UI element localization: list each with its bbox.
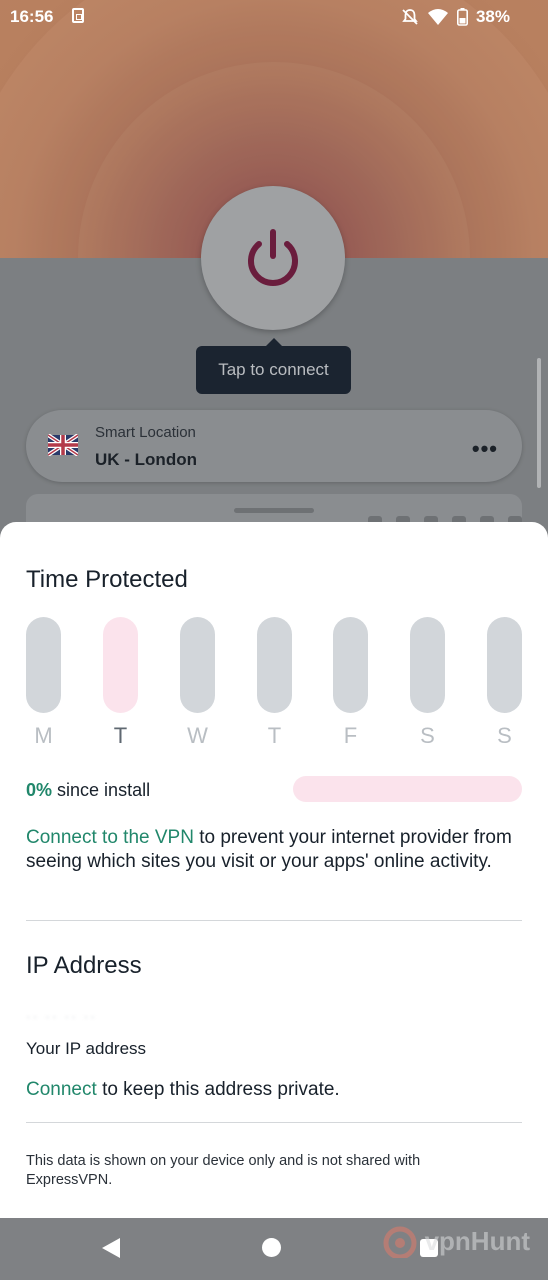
protection-progress-bar	[293, 776, 522, 802]
connect-link[interactable]: Connect	[26, 1079, 97, 1100]
ip-address-title: IP Address	[26, 952, 142, 979]
day-label-3: T	[267, 723, 282, 748]
time-protected-title: Time Protected	[26, 566, 188, 593]
more-horizontal-icon[interactable]: •••	[472, 436, 498, 462]
power-icon	[248, 229, 298, 286]
day-label-0: M	[34, 723, 53, 748]
battery-percent: 38%	[475, 7, 510, 26]
your-ip-label: Your IP address	[26, 1039, 147, 1058]
since-install-label: since install	[57, 780, 151, 800]
day-bar-0	[26, 617, 61, 713]
mute-icon	[402, 9, 418, 25]
status-time: 16:56	[10, 7, 54, 26]
location-card[interactable]: Smart Location UK - London •••	[26, 410, 522, 482]
day-label-6: S	[497, 723, 512, 748]
day-bar-2	[180, 617, 215, 713]
location-kicker: Smart Location	[95, 424, 196, 441]
connect-power-button[interactable]	[201, 186, 345, 330]
time-protected-cta: Connect to the VPN to prevent your inter…	[26, 826, 526, 874]
tooltip-text: Tap to connect	[218, 360, 329, 379]
divider	[26, 920, 522, 921]
uk-flag-icon	[48, 434, 78, 456]
wifi-icon	[427, 9, 448, 25]
ip-address-value-hidden: ·· ·· ·· ··	[26, 1008, 97, 1024]
day-label-4: F	[343, 723, 358, 748]
watermark-text: vpnHunt	[424, 1225, 530, 1256]
tap-to-connect-tooltip: Tap to connect	[196, 338, 351, 394]
privacy-note: This data is shown on your device only a…	[26, 1153, 421, 1188]
day-bar-4	[333, 617, 368, 713]
since-install-percent: 0%	[26, 780, 53, 800]
sim-icon	[72, 8, 84, 23]
day-bar-1	[103, 617, 138, 713]
system-navigation-bar: vpnHunt	[0, 1218, 548, 1280]
ip-cta: Connect to keep this address private.	[26, 1078, 526, 1102]
status-right-icons: 38%	[401, 7, 510, 27]
day-label-1: T	[113, 723, 128, 748]
day-bar-6	[487, 617, 522, 713]
weekly-protection-chart: MTWTFSS	[26, 617, 522, 752]
location-city: UK - London	[95, 450, 197, 469]
home-icon[interactable]	[262, 1238, 281, 1257]
scroll-indicator	[537, 358, 541, 488]
watermark-logo-icon	[383, 1226, 417, 1258]
sheet-drag-handle[interactable]	[234, 508, 314, 513]
day-bar-3	[257, 617, 292, 713]
day-label-5: S	[420, 723, 435, 748]
since-install-text: 0% since install	[26, 780, 150, 801]
watermark: vpnHunt	[381, 1224, 530, 1258]
status-bar: 16:56 38%	[0, 0, 548, 34]
day-bar-5	[410, 617, 445, 713]
battery-icon	[456, 8, 468, 26]
back-icon[interactable]	[102, 1238, 120, 1258]
ip-cta-text: to keep this address private.	[102, 1079, 340, 1100]
dots-peek	[368, 516, 522, 522]
insights-bottom-sheet: Time Protected MTWTFSS 0% since install …	[0, 508, 548, 1218]
day-label-2: W	[187, 723, 208, 748]
divider	[26, 1122, 522, 1123]
connect-vpn-link[interactable]: Connect to the VPN	[26, 827, 194, 848]
